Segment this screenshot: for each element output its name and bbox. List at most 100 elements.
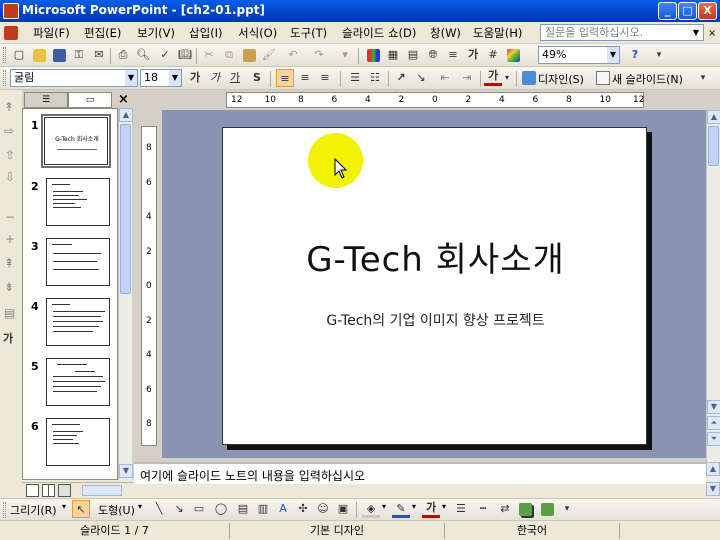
open-icon[interactable] <box>30 46 48 64</box>
scroll-down-icon[interactable]: ▼ <box>119 464 133 478</box>
format-painter-icon[interactable]: 🖌︎ <box>260 46 278 64</box>
grid-icon[interactable]: # <box>484 46 502 64</box>
align-left-button[interactable]: ≡ <box>276 69 294 87</box>
clip-art-icon[interactable]: ☺ <box>314 500 332 518</box>
scroll-down-icon[interactable]: ▼ <box>706 482 720 496</box>
thumb-slide-5[interactable] <box>46 358 110 406</box>
decrease-indent-icon[interactable]: ⇤ <box>436 69 454 87</box>
font-size-select[interactable]: 18 ▼ <box>140 69 182 87</box>
menu-format[interactable]: 서식(O) <box>238 25 277 41</box>
increase-indent-icon[interactable]: ⇥ <box>458 69 476 87</box>
menu-view[interactable]: 보기(V) <box>137 25 175 41</box>
scroll-thumb[interactable] <box>708 126 719 166</box>
draw-font-color-button[interactable]: 가 <box>422 500 440 518</box>
slide[interactable]: G-Tech 회사소개 G-Tech의 기업 이미지 향상 프로젝트 <box>222 127 647 445</box>
horizontal-ruler[interactable]: 12 10 8 6 4 2 0 2 4 6 8 10 12 <box>226 92 644 108</box>
chevron-down-icon[interactable]: ▾ <box>412 502 416 511</box>
toolbar-grip[interactable] <box>3 70 6 86</box>
show-formatting-icon[interactable]: 가 <box>464 46 482 64</box>
chevron-down-icon[interactable]: ▼ <box>169 70 181 86</box>
save-icon[interactable] <box>50 46 68 64</box>
close-button[interactable]: X <box>698 2 717 20</box>
chevron-down-icon[interactable]: ▾ <box>442 502 446 511</box>
menu-tools[interactable]: 도구(T) <box>290 25 327 41</box>
menu-edit[interactable]: 편집(E) <box>84 25 121 41</box>
menu-window[interactable]: 창(W) <box>430 25 461 41</box>
summary-slide-icon[interactable]: ▤ <box>4 306 15 320</box>
permission-icon[interactable]: ⚿ <box>70 46 88 64</box>
text-box-icon[interactable]: ▤ <box>234 500 252 518</box>
close-pane-icon[interactable]: × <box>118 92 129 107</box>
cut-icon[interactable]: ✂ <box>200 46 218 64</box>
underline-button[interactable]: 가 <box>226 69 244 87</box>
notes-scrollbar[interactable]: ▲ ▼ <box>706 462 720 498</box>
powerpoint-app-icon[interactable] <box>3 3 19 19</box>
chevron-down-icon[interactable]: ▾ <box>138 502 142 511</box>
menu-file[interactable]: 파일(F) <box>33 25 70 41</box>
chevron-down-icon[interactable]: ▾ <box>502 69 512 87</box>
help-icon[interactable]: ? <box>626 46 644 64</box>
chevron-down-icon[interactable]: ▾ <box>382 502 386 511</box>
thumb-slide-2[interactable] <box>46 178 110 226</box>
font-select[interactable]: 굴림 ▼ <box>10 69 138 87</box>
toolbar-options-icon[interactable]: ▾ <box>558 500 576 518</box>
expand-all-icon[interactable]: ⇟ <box>4 280 14 294</box>
rectangle-icon[interactable]: ▭ <box>190 500 208 518</box>
italic-button[interactable]: 가 <box>206 69 224 87</box>
horizontal-scrollbar[interactable] <box>82 485 122 496</box>
notes-pane[interactable]: 여기에 슬라이드 노트의 내용을 입력하십시오 <box>134 462 706 484</box>
oval-icon[interactable]: ◯ <box>212 500 230 518</box>
arrow-right-icon[interactable]: ⇨ <box>4 124 14 138</box>
vertical-text-box-icon[interactable]: ▥ <box>254 500 272 518</box>
research-icon[interactable]: 📖︎ <box>176 46 194 64</box>
toolbar-options-icon[interactable]: ▾ <box>694 69 712 87</box>
hyperlink-icon[interactable]: 🌐︎ <box>424 46 442 64</box>
collapse-icon[interactable]: − <box>5 210 15 224</box>
undo-icon[interactable]: ↶ <box>284 46 302 64</box>
thumb-slide-6[interactable] <box>46 418 110 466</box>
scroll-thumb[interactable] <box>120 124 131 294</box>
picture-icon[interactable]: ▣ <box>334 500 352 518</box>
shadow-style-icon[interactable] <box>516 500 534 518</box>
dash-style-icon[interactable]: ┅ <box>474 500 492 518</box>
fill-color-button[interactable]: ◈ <box>362 500 380 518</box>
menu-insert[interactable]: 삽입(I) <box>189 25 223 41</box>
menu-help[interactable]: 도움말(H) <box>473 25 522 41</box>
toolbar-options-icon[interactable]: ▾ <box>650 46 668 64</box>
scroll-up-icon[interactable]: ▲ <box>119 108 133 122</box>
arrow-up-icon[interactable]: ↟ <box>4 100 14 114</box>
new-icon[interactable]: ▢ <box>10 46 28 64</box>
decrease-font-icon[interactable]: ↘ <box>412 69 430 87</box>
tab-slides[interactable]: ▭ <box>68 92 112 108</box>
ask-question-input[interactable]: 질문을 입력하십시오. ▼ <box>540 24 704 41</box>
3d-style-icon[interactable] <box>538 500 556 518</box>
tab-outline[interactable]: ☰ <box>24 92 68 108</box>
autoshapes-button[interactable]: 도형(U) <box>98 502 135 518</box>
arrow-icon[interactable]: ↘ <box>170 500 188 518</box>
slide-show-view-icon[interactable] <box>58 484 71 497</box>
scroll-up-icon[interactable]: ▲ <box>706 462 720 476</box>
arrow-style-icon[interactable]: ⇄ <box>496 500 514 518</box>
design-icon[interactable] <box>522 71 536 85</box>
move-up-icon[interactable]: ⇧ <box>5 148 15 162</box>
document-icon[interactable] <box>4 26 18 40</box>
chevron-down-icon[interactable]: ▼ <box>607 47 619 63</box>
redo-icon[interactable]: ↷ <box>310 46 328 64</box>
shadow-button[interactable]: S <box>248 69 266 87</box>
print-icon[interactable]: ⎙ <box>114 46 132 64</box>
numbering-icon[interactable]: ☰ <box>346 69 364 87</box>
collapse-all-icon[interactable]: ⇞ <box>4 256 14 270</box>
scroll-down-icon[interactable]: ▼ <box>707 400 720 414</box>
bold-button[interactable]: 가 <box>186 69 204 87</box>
email-icon[interactable]: ✉ <box>90 46 108 64</box>
scroll-up-icon[interactable]: ▲ <box>707 110 720 124</box>
line-style-icon[interactable]: ☰ <box>452 500 470 518</box>
thumb-slide-3[interactable] <box>46 238 110 286</box>
wordart-icon[interactable]: A <box>274 500 292 518</box>
previous-slide-icon[interactable]: ⏶ <box>707 416 720 430</box>
spelling-icon[interactable]: ✓ <box>156 46 174 64</box>
expand-all-icon[interactable]: ≡ <box>444 46 462 64</box>
chevron-down-icon[interactable]: ▼ <box>125 70 137 86</box>
design-button[interactable]: 디자인(S) <box>538 71 584 87</box>
color-grayscale-icon[interactable] <box>504 46 522 64</box>
